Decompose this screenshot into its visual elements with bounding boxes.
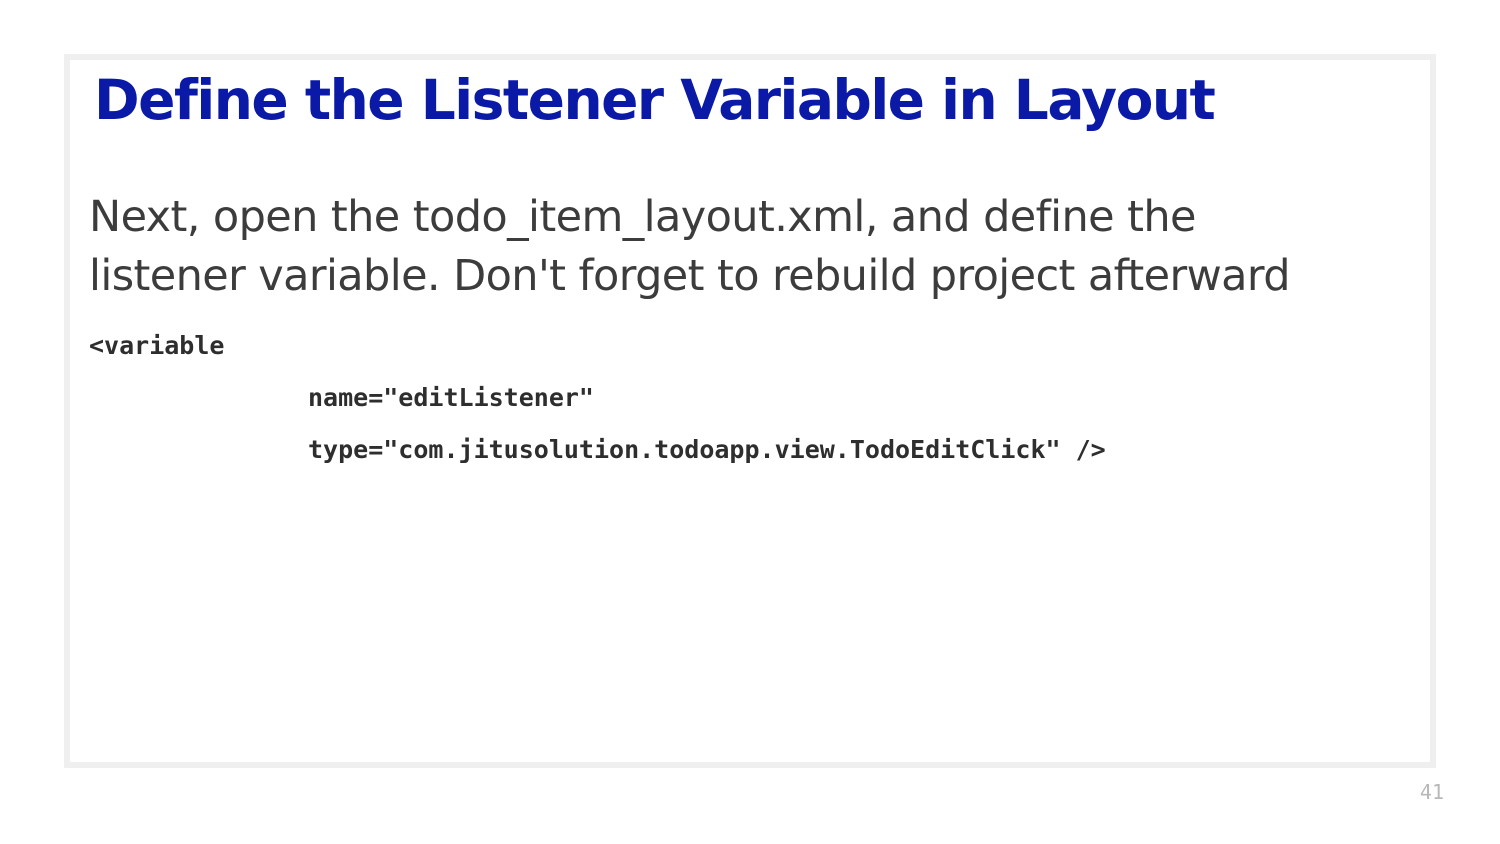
page-number: 41 [1419,780,1444,804]
code-line-type-attr: type="com.jitusolution.todoapp.view.Todo… [308,435,1106,464]
slide-body-text: Next, open the todo_item_layout.xml, and… [89,188,1409,306]
body-line: Next, open the todo_item_layout.xml, and… [89,192,1196,242]
code-line-variable-open: <variable [89,331,225,360]
body-line: listener variable. Don't forget to rebui… [89,251,1291,301]
slide-title: Define the Listener Variable in Layout [94,68,1216,132]
code-line-name-attr: name="editListener" [308,383,594,412]
code-snippet: <variable name="editListener" type="com.… [89,320,1106,476]
